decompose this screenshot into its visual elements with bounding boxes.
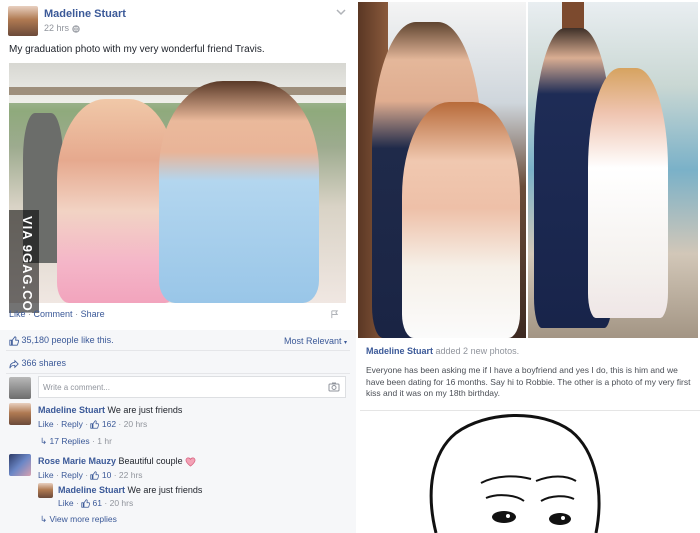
- right-post-action: added 2 new photos.: [435, 346, 520, 356]
- comment-item: Madeline Stuart We are just friends: [38, 405, 338, 415]
- comment-author[interactable]: Madeline Stuart: [38, 405, 105, 415]
- likes-summary[interactable]: 35,180 people like this.: [9, 335, 114, 346]
- view-more-replies[interactable]: ↳ View more replies: [40, 514, 117, 525]
- reply-like-link[interactable]: Like: [58, 498, 74, 508]
- right-post-header: Madeline Stuart added 2 new photos.: [366, 346, 519, 356]
- comment-avatar[interactable]: [9, 454, 31, 476]
- globe-icon: [71, 24, 80, 33]
- flag-icon[interactable]: [330, 310, 339, 319]
- comment-like-count[interactable]: 10: [102, 470, 111, 480]
- sort-dropdown[interactable]: Most Relevant ▾: [284, 336, 347, 346]
- right-post-caption: Madeline Stuart added 2 new photos. Ever…: [356, 340, 700, 410]
- comments-panel: 35,180 people like this. Most Relevant ▾…: [0, 330, 356, 533]
- share-arrow-icon: [9, 359, 19, 368]
- reply-item: Madeline Stuart We are just friends: [58, 485, 338, 495]
- comment-action[interactable]: Comment: [34, 309, 73, 319]
- post-caption: My graduation photo with my very wonderf…: [9, 44, 265, 55]
- thumbs-up-icon: [90, 471, 100, 480]
- post-photo[interactable]: [9, 63, 346, 303]
- heart-emoji-icon: [185, 457, 196, 467]
- comment-meta: Like · Reply · 10 · 22 hrs: [38, 470, 143, 480]
- comment-author[interactable]: Rose Marie Mauzy: [38, 456, 116, 466]
- reply-arrow-icon: ↳: [40, 514, 48, 524]
- meme-face-image: [356, 411, 700, 533]
- comment-reply-link[interactable]: Reply: [61, 419, 83, 429]
- comment-avatar[interactable]: [9, 403, 31, 425]
- comment-time[interactable]: 20 hrs: [124, 419, 148, 429]
- share-action[interactable]: Share: [81, 309, 105, 319]
- post-timestamp[interactable]: 22 hrs: [44, 23, 80, 33]
- camera-icon[interactable]: [328, 382, 340, 392]
- comment-item: Rose Marie Mauzy Beautiful couple: [38, 456, 338, 467]
- thumbs-up-icon: [90, 420, 100, 429]
- reply-author[interactable]: Madeline Stuart: [58, 485, 125, 495]
- reply-like-count[interactable]: 61: [93, 498, 102, 508]
- comment-text: We are just friends: [107, 405, 183, 415]
- right-post-body: Everyone has been asking me if I have a …: [366, 365, 691, 398]
- action-bar: Like · Comment · Share: [9, 309, 105, 319]
- dropdown-caret-icon: ▾: [344, 340, 348, 346]
- like-action[interactable]: Like: [9, 309, 26, 319]
- comment-input[interactable]: Write a comment...: [38, 376, 346, 398]
- chevron-down-icon[interactable]: [336, 8, 346, 16]
- watermark: VIA 9GAG.COM: [9, 210, 39, 324]
- comment-text: Beautiful couple: [118, 456, 183, 466]
- shares-count[interactable]: 366 shares: [9, 358, 66, 369]
- right-post-author[interactable]: Madeline Stuart: [366, 346, 433, 356]
- thumbs-up-icon: [81, 499, 91, 508]
- reply-arrow-icon: ↳: [40, 436, 48, 446]
- replies-link[interactable]: ↳ 17 Replies · 1 hr: [40, 436, 112, 447]
- comment-time[interactable]: 22 hrs: [119, 470, 143, 480]
- author-avatar[interactable]: [8, 6, 38, 36]
- comment-reply-link[interactable]: Reply: [61, 470, 83, 480]
- author-name[interactable]: Madeline Stuart: [44, 8, 126, 20]
- reply-avatar[interactable]: [38, 483, 53, 498]
- comment-like-link[interactable]: Like: [38, 470, 54, 480]
- kiss-photo[interactable]: [528, 2, 698, 338]
- thumbs-up-icon: [9, 336, 19, 346]
- reply-meta: Like · 61 · 20 hrs: [58, 498, 134, 508]
- reply-time[interactable]: 20 hrs: [110, 498, 134, 508]
- feels-guy-face-icon: [429, 414, 601, 533]
- comment-meta: Like · Reply · 162 · 20 hrs: [38, 419, 148, 429]
- comment-like-count[interactable]: 162: [102, 419, 116, 429]
- couple-photo[interactable]: [358, 2, 526, 338]
- comment-like-link[interactable]: Like: [38, 419, 54, 429]
- viewer-avatar[interactable]: [9, 377, 31, 399]
- reply-text: We are just friends: [127, 485, 203, 495]
